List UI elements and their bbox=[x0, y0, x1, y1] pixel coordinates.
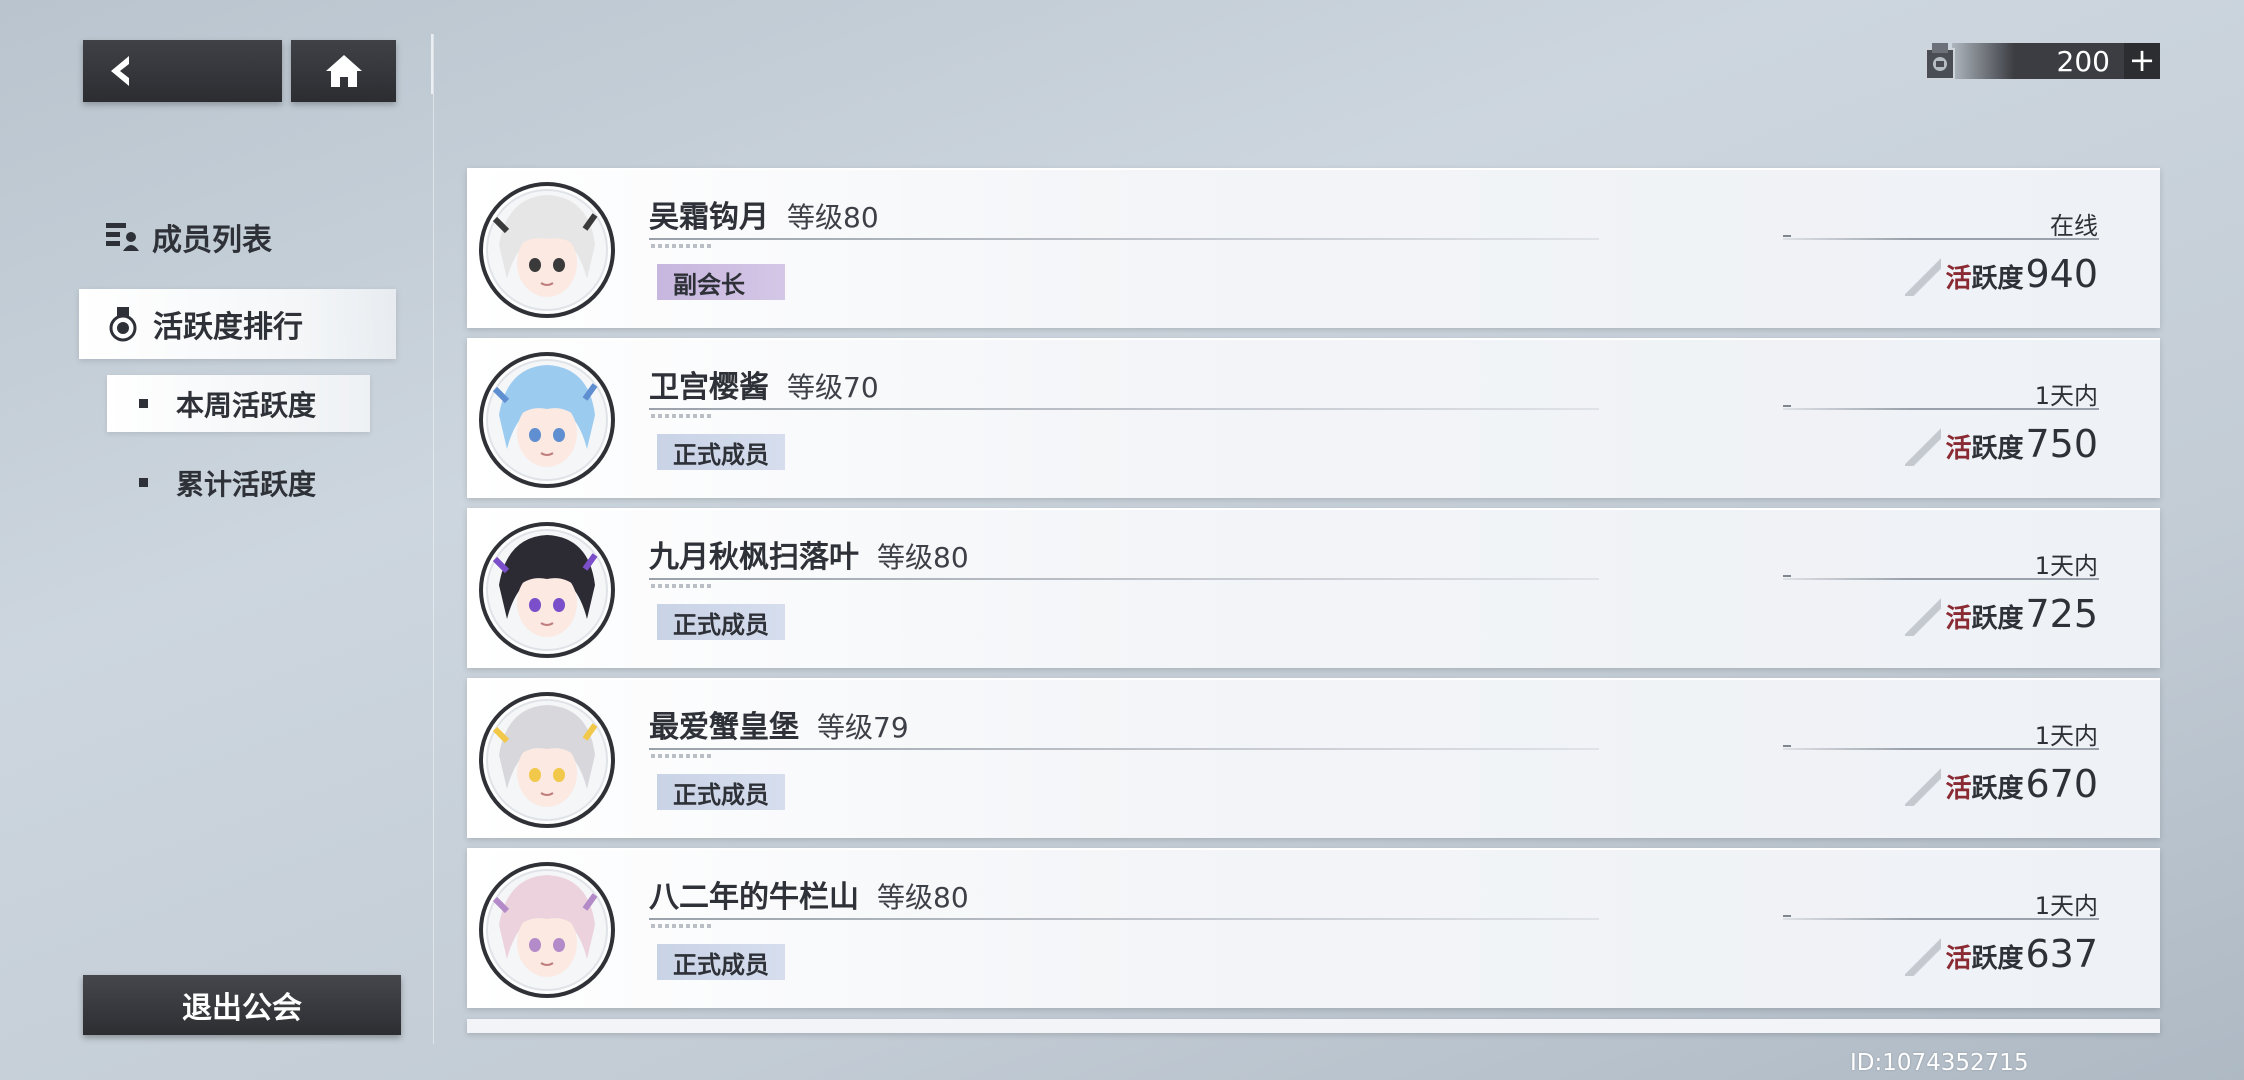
member-name: 最爱蟹皇堡 bbox=[649, 710, 799, 745]
member-role-badge: 正式成员 bbox=[657, 774, 785, 810]
slash-decor-icon bbox=[1905, 258, 1942, 296]
activity-value: 670 bbox=[2025, 762, 2098, 806]
member-name: 九月秋枫扫落叶 bbox=[649, 540, 859, 575]
decor-text bbox=[651, 754, 711, 758]
divider bbox=[1783, 575, 2099, 580]
member-activity: 活跃度 637 bbox=[1905, 932, 2098, 976]
decor-text bbox=[651, 414, 711, 418]
decor-text bbox=[651, 584, 711, 588]
divider bbox=[649, 918, 1599, 920]
currency-icon bbox=[1925, 43, 1955, 80]
nav-weekly-activity-label: 本周活跃度 bbox=[176, 388, 317, 422]
member-level: 等级80 bbox=[877, 541, 969, 574]
divider bbox=[1783, 405, 2099, 410]
member-status: 1天内 bbox=[2034, 722, 2098, 750]
avatar[interactable] bbox=[477, 519, 617, 661]
list-item[interactable]: 八二年的牛栏山 等级80 正式成员 1天内 活跃度 637 bbox=[467, 848, 2160, 1008]
activity-label: 活跃度 bbox=[1945, 774, 2024, 804]
divider bbox=[649, 238, 1599, 240]
activity-label: 活跃度 bbox=[1945, 944, 2024, 974]
member-status: 在线 bbox=[2050, 212, 2098, 240]
member-level: 等级80 bbox=[877, 881, 969, 914]
nav-total-activity-label: 累计活跃度 bbox=[176, 467, 317, 501]
decor-text bbox=[651, 244, 711, 248]
bullet-icon bbox=[139, 478, 148, 487]
list-item[interactable]: 最爱蟹皇堡 等级79 正式成员 1天内 活跃度 670 bbox=[467, 678, 2160, 838]
activity-value: 940 bbox=[2025, 252, 2098, 296]
avatar[interactable] bbox=[477, 179, 617, 321]
slash-decor-icon bbox=[1905, 768, 1942, 806]
divider bbox=[1783, 745, 2099, 750]
nav-weekly-activity[interactable]: 本周活跃度 bbox=[107, 375, 370, 432]
activity-label: 活跃度 bbox=[1945, 604, 2024, 634]
member-level: 等级70 bbox=[787, 371, 879, 404]
member-role-badge: 正式成员 bbox=[657, 604, 785, 640]
member-role-badge: 正式成员 bbox=[657, 434, 785, 470]
slash-decor-icon bbox=[1905, 938, 1942, 976]
activity-value: 750 bbox=[2025, 422, 2098, 466]
member-name: 八二年的牛栏山 bbox=[649, 880, 859, 915]
currency-amount: 200 bbox=[2056, 44, 2110, 78]
add-currency-button[interactable]: + bbox=[2124, 43, 2160, 79]
member-status: 1天内 bbox=[2034, 552, 2098, 580]
member-list: 吴霜钩月 等级80 副会长 在线 活跃度 940 卫宫樱酱 等级70 正式成员 … bbox=[467, 168, 2160, 1018]
divider bbox=[1783, 235, 2099, 240]
home-button[interactable] bbox=[291, 40, 396, 102]
member-activity: 活跃度 670 bbox=[1905, 762, 2098, 806]
member-name: 吴霜钩月 bbox=[649, 200, 769, 235]
nav-activity-rank-label: 活跃度排行 bbox=[153, 310, 303, 345]
quit-guild-button[interactable]: 退出公会 bbox=[83, 975, 401, 1035]
divider bbox=[1783, 915, 2099, 920]
list-item[interactable]: 吴霜钩月 等级80 副会长 在线 活跃度 940 bbox=[467, 168, 2160, 328]
home-icon bbox=[325, 55, 362, 87]
activity-value: 725 bbox=[2025, 592, 2098, 636]
list-item[interactable]: 九月秋枫扫落叶 等级80 正式成员 1天内 活跃度 725 bbox=[467, 508, 2160, 668]
member-level: 等级80 bbox=[787, 201, 879, 234]
avatar[interactable] bbox=[477, 689, 617, 831]
slash-decor-icon bbox=[1905, 428, 1942, 466]
member-list-icon bbox=[106, 223, 139, 251]
arrow-left-icon bbox=[111, 56, 129, 86]
member-level: 等级79 bbox=[817, 711, 909, 744]
member-activity: 活跃度 750 bbox=[1905, 422, 2098, 466]
member-status: 1天内 bbox=[2034, 892, 2098, 920]
activity-value: 637 bbox=[2025, 932, 2098, 976]
player-id: ID:1074352715 bbox=[1850, 1050, 2029, 1076]
avatar[interactable] bbox=[477, 859, 617, 1001]
decor-text bbox=[651, 924, 711, 928]
divider bbox=[649, 578, 1599, 580]
currency-display: 200 + bbox=[1920, 41, 2160, 81]
nav-member-list-label: 成员列表 bbox=[152, 223, 272, 258]
member-role-badge: 副会长 bbox=[657, 264, 785, 300]
list-item[interactable]: 卫宫樱酱 等级70 正式成员 1天内 活跃度 750 bbox=[467, 338, 2160, 498]
divider bbox=[431, 34, 434, 1044]
member-activity: 活跃度 940 bbox=[1905, 252, 2098, 296]
activity-label: 活跃度 bbox=[1945, 264, 2024, 294]
nav-total-activity[interactable]: 累计活跃度 bbox=[107, 454, 370, 511]
divider bbox=[649, 408, 1599, 410]
activity-label: 活跃度 bbox=[1945, 434, 2024, 464]
slash-decor-icon bbox=[1905, 598, 1942, 636]
back-button[interactable] bbox=[83, 40, 282, 102]
medal-icon bbox=[109, 307, 137, 342]
member-name: 卫宫樱酱 bbox=[649, 370, 769, 405]
nav-activity-rank[interactable]: 活跃度排行 bbox=[79, 289, 396, 359]
avatar[interactable] bbox=[477, 349, 617, 491]
list-item-partial bbox=[467, 1019, 2160, 1033]
member-activity: 活跃度 725 bbox=[1905, 592, 2098, 636]
member-role-badge: 正式成员 bbox=[657, 944, 785, 980]
nav-member-list[interactable]: 成员列表 bbox=[104, 215, 272, 259]
member-status: 1天内 bbox=[2034, 382, 2098, 410]
bullet-icon bbox=[139, 399, 148, 408]
divider bbox=[649, 748, 1599, 750]
